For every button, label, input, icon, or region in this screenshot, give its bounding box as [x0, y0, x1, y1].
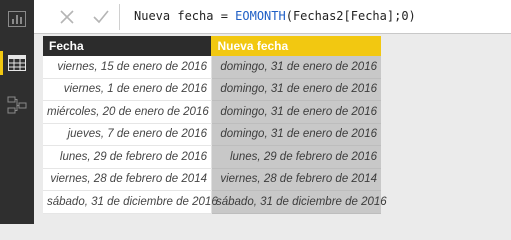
formula-function: EOMONTH — [235, 9, 286, 23]
formula-input[interactable]: Nueva fecha = EOMONTH(Fechas2[Fecha];0) — [134, 9, 416, 23]
table-cell-nueva-fecha[interactable]: domingo, 31 de enero de 2016 — [211, 78, 381, 101]
table-row: jueves, 7 de enero de 2016 domingo, 31 d… — [43, 123, 381, 146]
table-cell-fecha[interactable]: viernes, 15 de enero de 2016 — [43, 56, 212, 79]
close-icon — [60, 10, 74, 24]
table-cell-nueva-fecha[interactable]: viernes, 28 de febrero de 2014 — [211, 168, 381, 191]
table-row: lunes, 29 de febrero de 2016 lunes, 29 d… — [43, 145, 381, 169]
data-view-button[interactable] — [0, 48, 34, 78]
table-row: viernes, 1 de enero de 2016 domingo, 31 … — [43, 78, 381, 101]
report-icon — [8, 11, 26, 27]
data-table: Fecha Nueva fecha viernes, 15 de enero d… — [43, 36, 387, 214]
checkmark-icon — [93, 10, 109, 24]
table-cell-fecha[interactable]: jueves, 7 de enero de 2016 — [43, 123, 212, 146]
table-row: miércoles, 20 de enero de 2016 domingo, … — [43, 100, 381, 124]
report-view-button[interactable] — [0, 4, 34, 34]
table-header-row: Fecha Nueva fecha — [43, 36, 381, 56]
column-header-fecha[interactable]: Fecha — [43, 36, 212, 56]
table-cell-nueva-fecha[interactable]: sábado, 31 de diciembre de 2016 — [211, 190, 387, 214]
column-header-nueva-fecha[interactable]: Nueva fecha — [211, 36, 381, 56]
table-cell-fecha[interactable]: viernes, 1 de enero de 2016 — [43, 78, 212, 101]
formula-args: (Fechas2[Fecha];0) — [285, 9, 416, 23]
table-cell-fecha[interactable]: miércoles, 20 de enero de 2016 — [43, 100, 212, 124]
table-row: viernes, 15 de enero de 2016 domingo, 31… — [43, 56, 381, 79]
relationships-icon — [7, 96, 27, 114]
formula-bar: Nueva fecha = EOMONTH(Fechas2[Fecha];0) — [34, 0, 511, 34]
formula-prefix: Nueva fecha = — [134, 9, 236, 23]
table-cell-nueva-fecha[interactable]: domingo, 31 de enero de 2016 — [211, 123, 381, 146]
table-cell-fecha[interactable]: viernes, 28 de febrero de 2014 — [43, 168, 212, 191]
table-cell-fecha[interactable]: lunes, 29 de febrero de 2016 — [43, 145, 212, 169]
table-cell-nueva-fecha[interactable]: domingo, 31 de enero de 2016 — [211, 100, 381, 124]
table-row: sábado, 31 de diciembre de 2016 sábado, … — [43, 190, 387, 214]
table-cell-nueva-fecha[interactable]: domingo, 31 de enero de 2016 — [211, 56, 381, 79]
commit-formula-button[interactable] — [88, 5, 114, 29]
cancel-formula-button[interactable] — [54, 5, 80, 29]
table-cell-fecha[interactable]: sábado, 31 de diciembre de 2016 — [43, 190, 218, 214]
table-cell-nueva-fecha[interactable]: lunes, 29 de febrero de 2016 — [211, 145, 381, 169]
view-sidebar — [0, 0, 34, 224]
table-row: viernes, 28 de febrero de 2014 viernes, … — [43, 168, 381, 191]
formula-bar-divider — [119, 4, 120, 30]
data-grid-icon — [8, 55, 26, 71]
relationships-view-button[interactable] — [0, 90, 34, 120]
